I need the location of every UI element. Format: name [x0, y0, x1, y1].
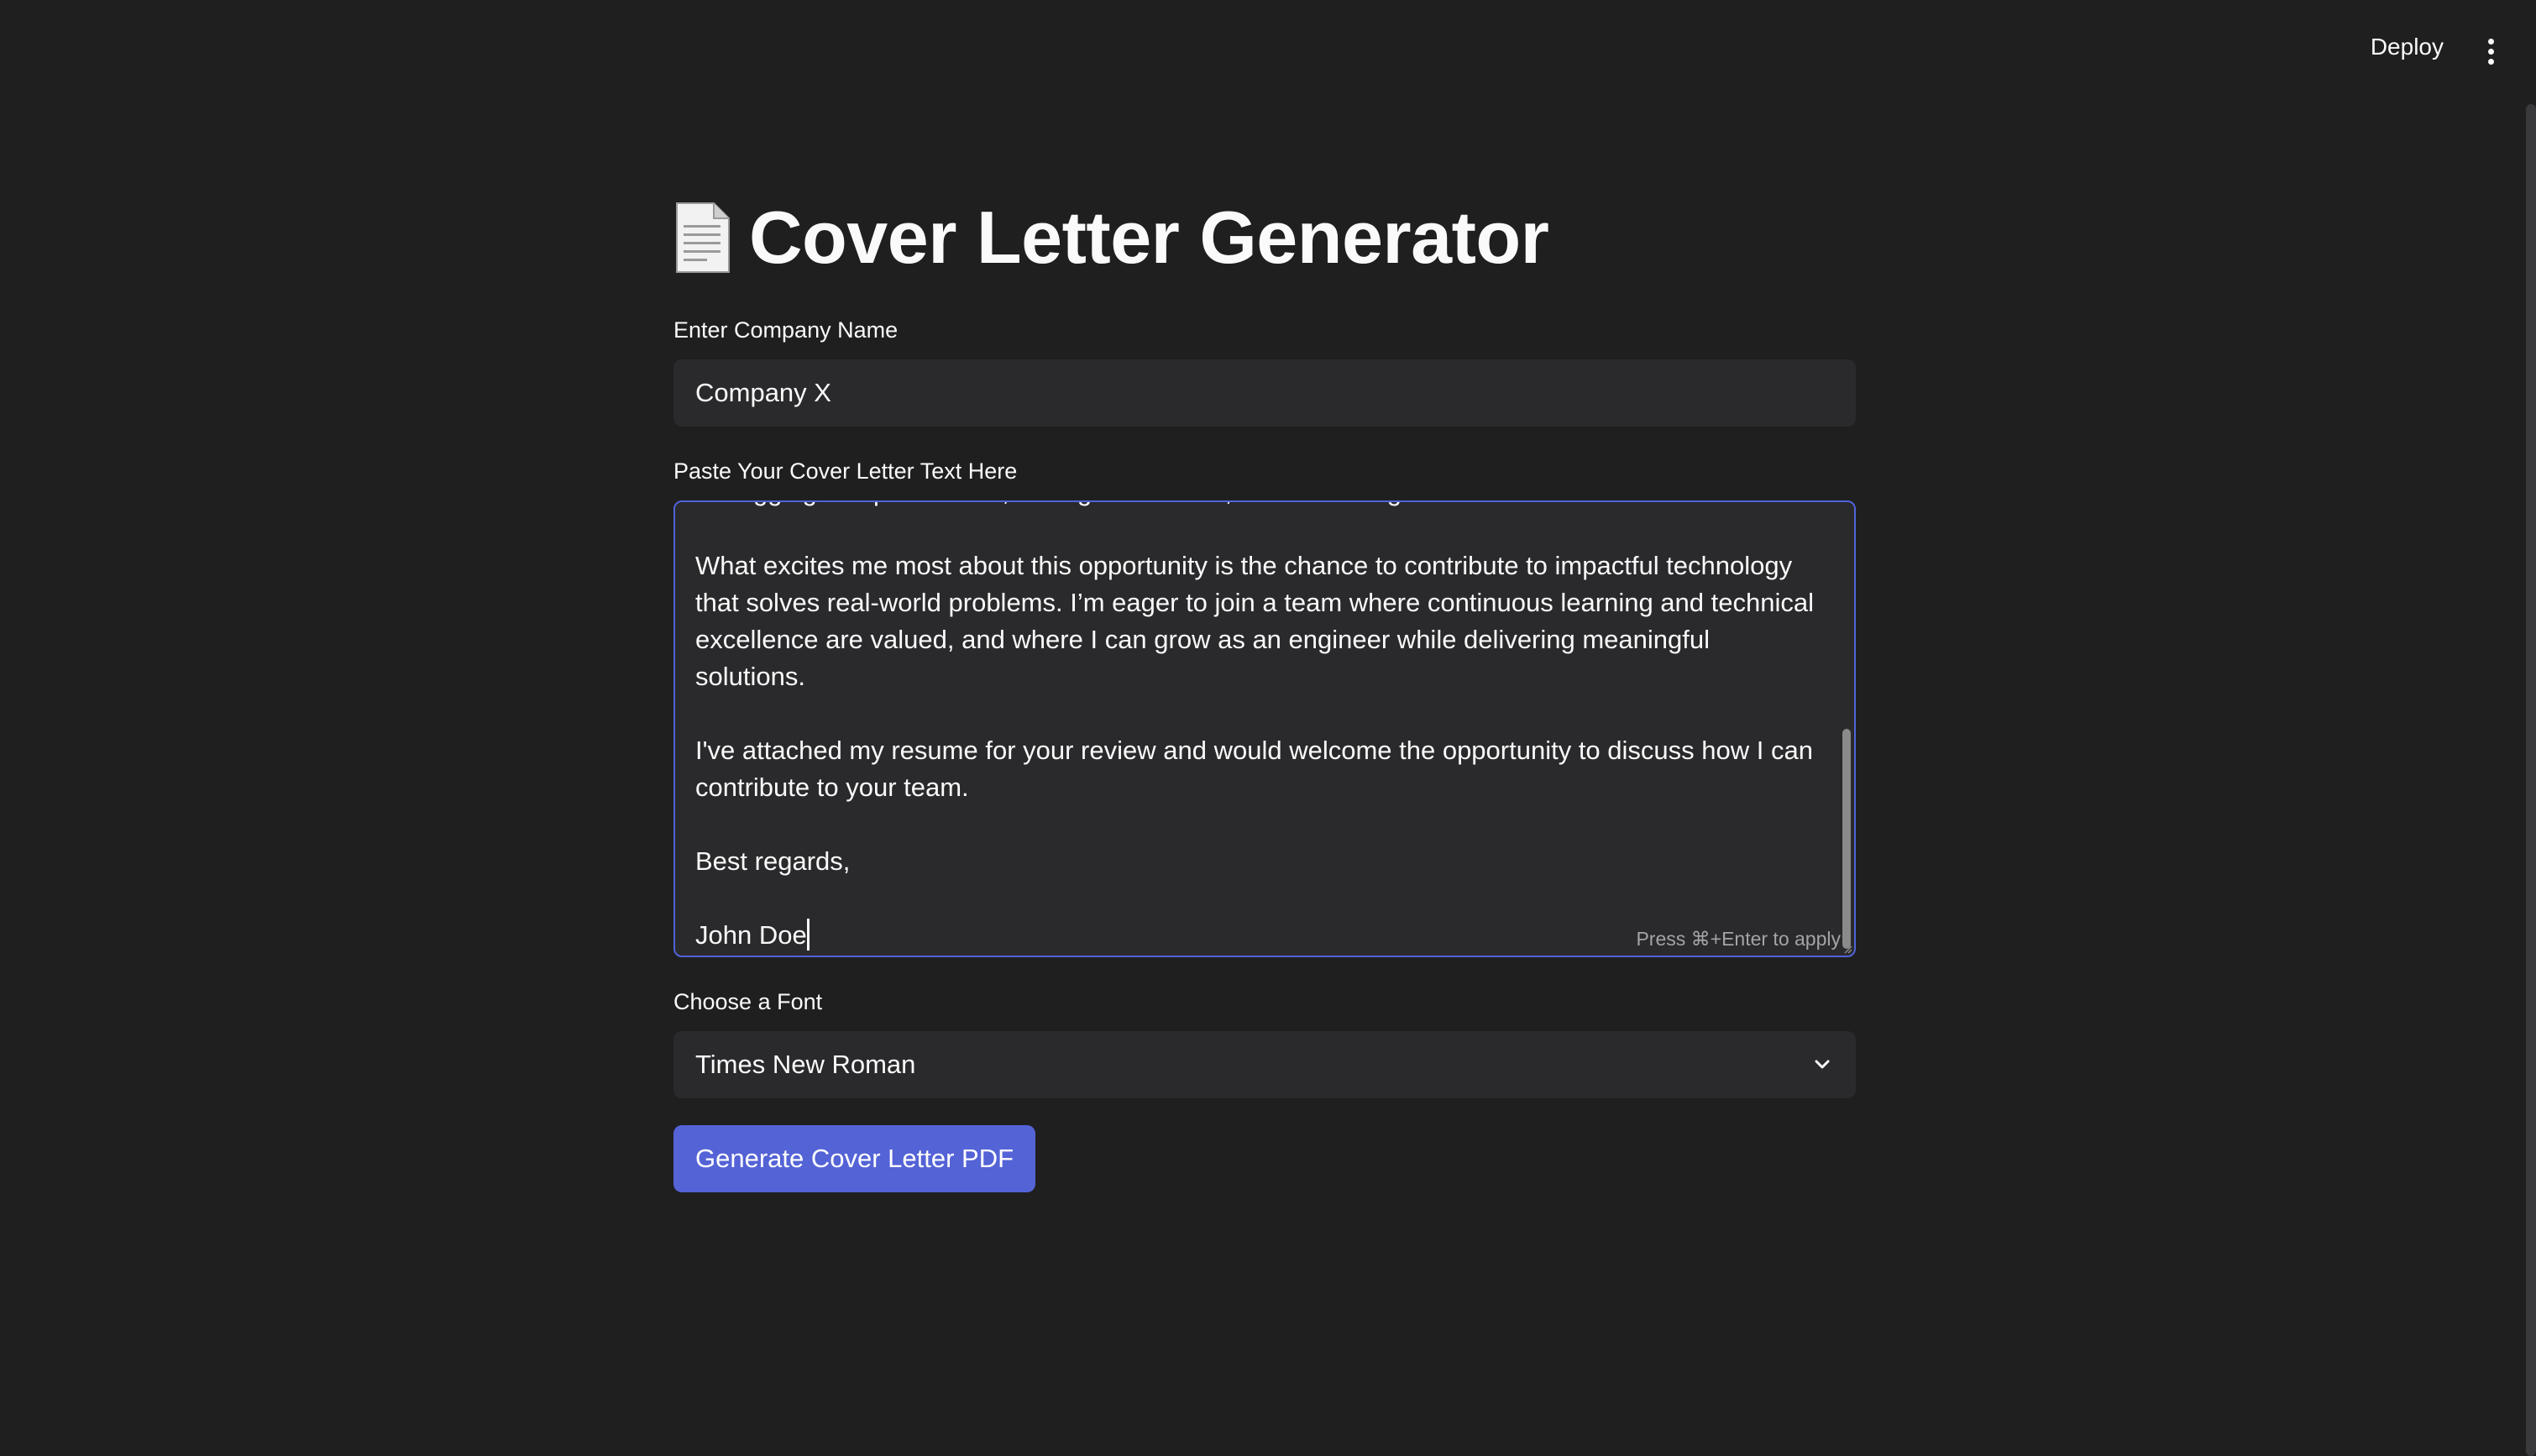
- kebab-menu-icon[interactable]: [2482, 39, 2499, 69]
- company-name-input[interactable]: Company X: [673, 359, 1856, 427]
- font-select[interactable]: Times New Roman: [673, 1031, 1856, 1098]
- deploy-button[interactable]: Deploy: [2371, 34, 2444, 60]
- page-facing-up-icon: [673, 202, 731, 274]
- cover-letter-label: Paste Your Cover Letter Text Here: [673, 458, 1018, 484]
- text-caret: [806, 919, 810, 951]
- chevron-down-icon: [1815, 1060, 1830, 1069]
- cover-letter-text: debugging complex issues, writing clean …: [695, 502, 1814, 951]
- page-scrollbar[interactable]: [2526, 104, 2536, 1456]
- apply-hint: Press ⌘+Enter to apply: [1636, 928, 1841, 950]
- top-toolbar: Deploy: [0, 0, 2536, 101]
- resize-grip-icon[interactable]: [1842, 944, 1852, 954]
- cover-letter-textarea[interactable]: debugging complex issues, writing clean …: [673, 500, 1856, 957]
- page-title-text: Cover Letter Generator: [749, 196, 1549, 279]
- page-title: Cover Letter Generator: [673, 195, 1549, 280]
- company-name-label: Enter Company Name: [673, 317, 899, 343]
- company-name-value: Company X: [695, 378, 831, 407]
- font-select-value: Times New Roman: [695, 1050, 916, 1079]
- generate-pdf-button[interactable]: Generate Cover Letter PDF: [673, 1125, 1036, 1192]
- textarea-scrollbar[interactable]: [1842, 729, 1851, 949]
- font-select-label: Choose a Font: [673, 989, 823, 1014]
